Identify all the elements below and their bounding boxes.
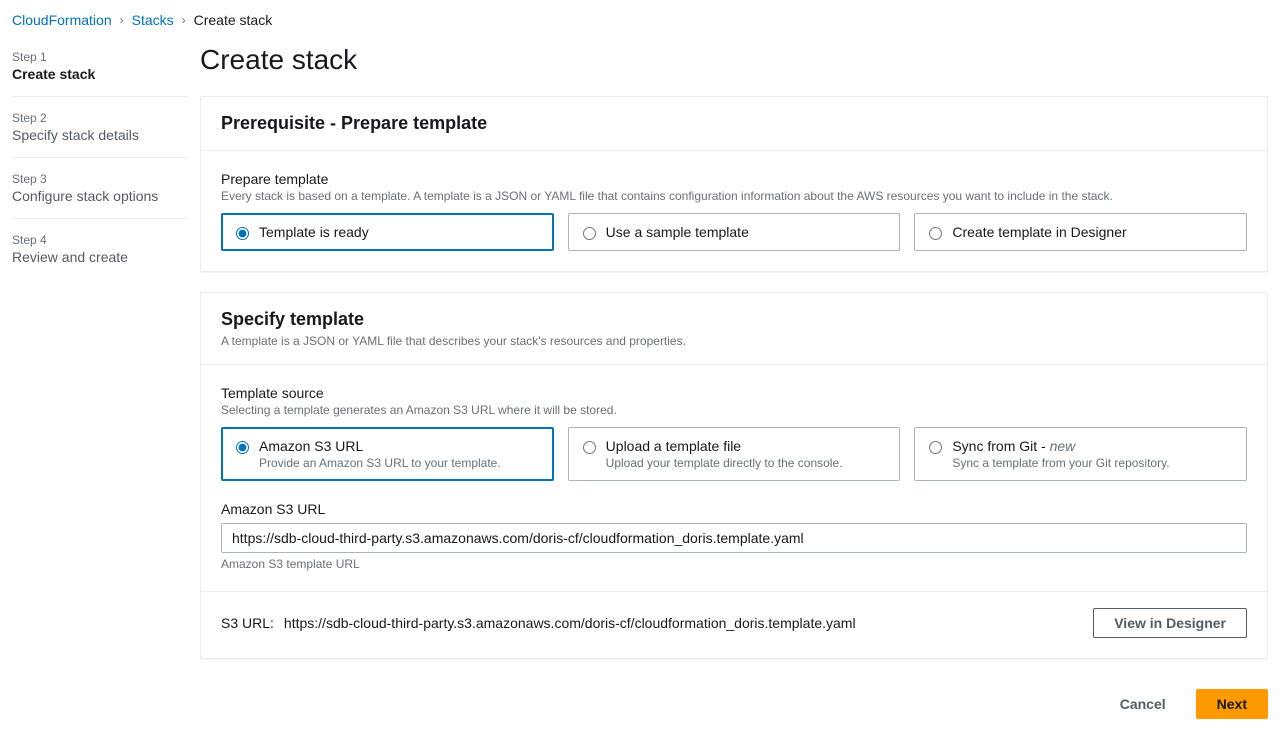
option-label: Amazon S3 URL — [259, 438, 539, 454]
prepare-template-help: Every stack is based on a template. A te… — [221, 189, 1247, 203]
step-1[interactable]: Step 1 Create stack — [12, 36, 188, 97]
chevron-right-icon: › — [120, 13, 124, 27]
breadcrumb-cloudformation[interactable]: CloudFormation — [12, 12, 112, 28]
option-template-ready[interactable]: Template is ready — [221, 213, 554, 251]
prerequisite-title: Prerequisite - Prepare template — [221, 113, 1247, 134]
radio-upload-file[interactable] — [583, 441, 596, 454]
view-in-designer-button[interactable]: View in Designer — [1093, 608, 1247, 638]
s3-url-field-label: Amazon S3 URL — [221, 501, 1247, 517]
specify-desc: A template is a JSON or YAML file that d… — [221, 334, 1247, 348]
s3-url-input[interactable] — [221, 523, 1247, 553]
wizard-actions: Cancel Next — [200, 679, 1268, 729]
prerequisite-panel: Prerequisite - Prepare template Prepare … — [200, 96, 1268, 272]
option-desc: Provide an Amazon S3 URL to your templat… — [259, 456, 539, 470]
template-source-label: Template source — [221, 385, 1247, 401]
step-title: Review and create — [12, 249, 188, 265]
prepare-template-label: Prepare template — [221, 171, 1247, 187]
next-button[interactable]: Next — [1196, 689, 1268, 719]
option-label: Upload a template file — [606, 438, 886, 454]
step-title: Create stack — [12, 66, 188, 82]
radio-template-ready[interactable] — [236, 227, 249, 240]
cancel-button[interactable]: Cancel — [1100, 689, 1186, 719]
option-label: Use a sample template — [606, 224, 886, 240]
option-sync-git[interactable]: Sync from Git - new Sync a template from… — [914, 427, 1247, 481]
step-title: Configure stack options — [12, 188, 188, 204]
s3-url-value: https://sdb-cloud-third-party.s3.amazona… — [284, 615, 856, 631]
wizard-sidebar: Step 1 Create stack Step 2 Specify stack… — [0, 36, 200, 749]
option-s3-url[interactable]: Amazon S3 URL Provide an Amazon S3 URL t… — [221, 427, 554, 481]
radio-use-sample[interactable] — [583, 227, 596, 240]
template-source-help: Selecting a template generates an Amazon… — [221, 403, 1247, 417]
option-create-designer[interactable]: Create template in Designer — [914, 213, 1247, 251]
specify-template-panel: Specify template A template is a JSON or… — [200, 292, 1268, 659]
option-label: Sync from Git - new — [952, 438, 1232, 454]
step-label: Step 4 — [12, 233, 188, 247]
option-use-sample[interactable]: Use a sample template — [568, 213, 901, 251]
option-desc: Upload your template directly to the con… — [606, 456, 886, 470]
radio-s3-url[interactable] — [236, 441, 249, 454]
s3-url-label: S3 URL: — [221, 615, 274, 631]
step-2[interactable]: Step 2 Specify stack details — [12, 97, 188, 158]
option-desc: Sync a template from your Git repository… — [952, 456, 1232, 470]
new-badge: new — [1050, 438, 1076, 454]
step-label: Step 1 — [12, 50, 188, 64]
breadcrumb-stacks[interactable]: Stacks — [132, 12, 174, 28]
page-title: Create stack — [200, 44, 1268, 76]
option-label: Template is ready — [259, 224, 539, 240]
option-upload-file[interactable]: Upload a template file Upload your templ… — [568, 427, 901, 481]
step-title: Specify stack details — [12, 127, 188, 143]
specify-title: Specify template — [221, 309, 364, 329]
radio-create-designer[interactable] — [929, 227, 942, 240]
option-label: Create template in Designer — [952, 224, 1232, 240]
radio-sync-git[interactable] — [929, 441, 942, 454]
step-label: Step 2 — [12, 111, 188, 125]
step-label: Step 3 — [12, 172, 188, 186]
step-3[interactable]: Step 3 Configure stack options — [12, 158, 188, 219]
breadcrumb-current: Create stack — [194, 12, 273, 28]
chevron-right-icon: › — [182, 13, 186, 27]
step-4[interactable]: Step 4 Review and create — [12, 219, 188, 279]
s3-url-field-help: Amazon S3 template URL — [221, 557, 1247, 571]
breadcrumb: CloudFormation › Stacks › Create stack — [0, 0, 1280, 36]
